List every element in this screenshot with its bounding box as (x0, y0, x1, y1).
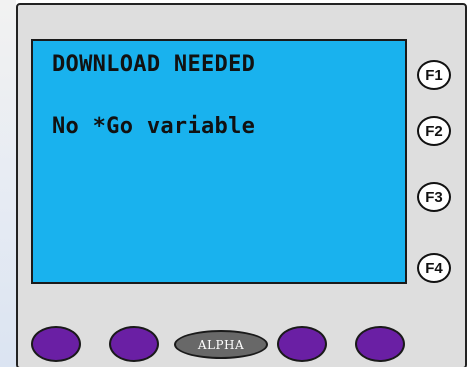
softkey-5-button[interactable] (355, 326, 405, 362)
f2-key[interactable]: F2 (417, 116, 451, 146)
display-message-title: DOWNLOAD NEEDED (52, 52, 256, 77)
f4-key[interactable]: F4 (417, 253, 451, 283)
softkey-2-button[interactable] (109, 326, 159, 362)
lcd-display: DOWNLOAD NEEDED No *Go variable (31, 39, 407, 284)
alpha-key[interactable]: ALPHA (174, 330, 268, 359)
softkey-1-button[interactable] (31, 326, 81, 362)
display-message-detail: No *Go variable (52, 114, 256, 139)
background-gradient (0, 0, 16, 367)
f3-key[interactable]: F3 (417, 182, 451, 212)
softkey-4-button[interactable] (277, 326, 327, 362)
f1-key[interactable]: F1 (417, 60, 451, 90)
